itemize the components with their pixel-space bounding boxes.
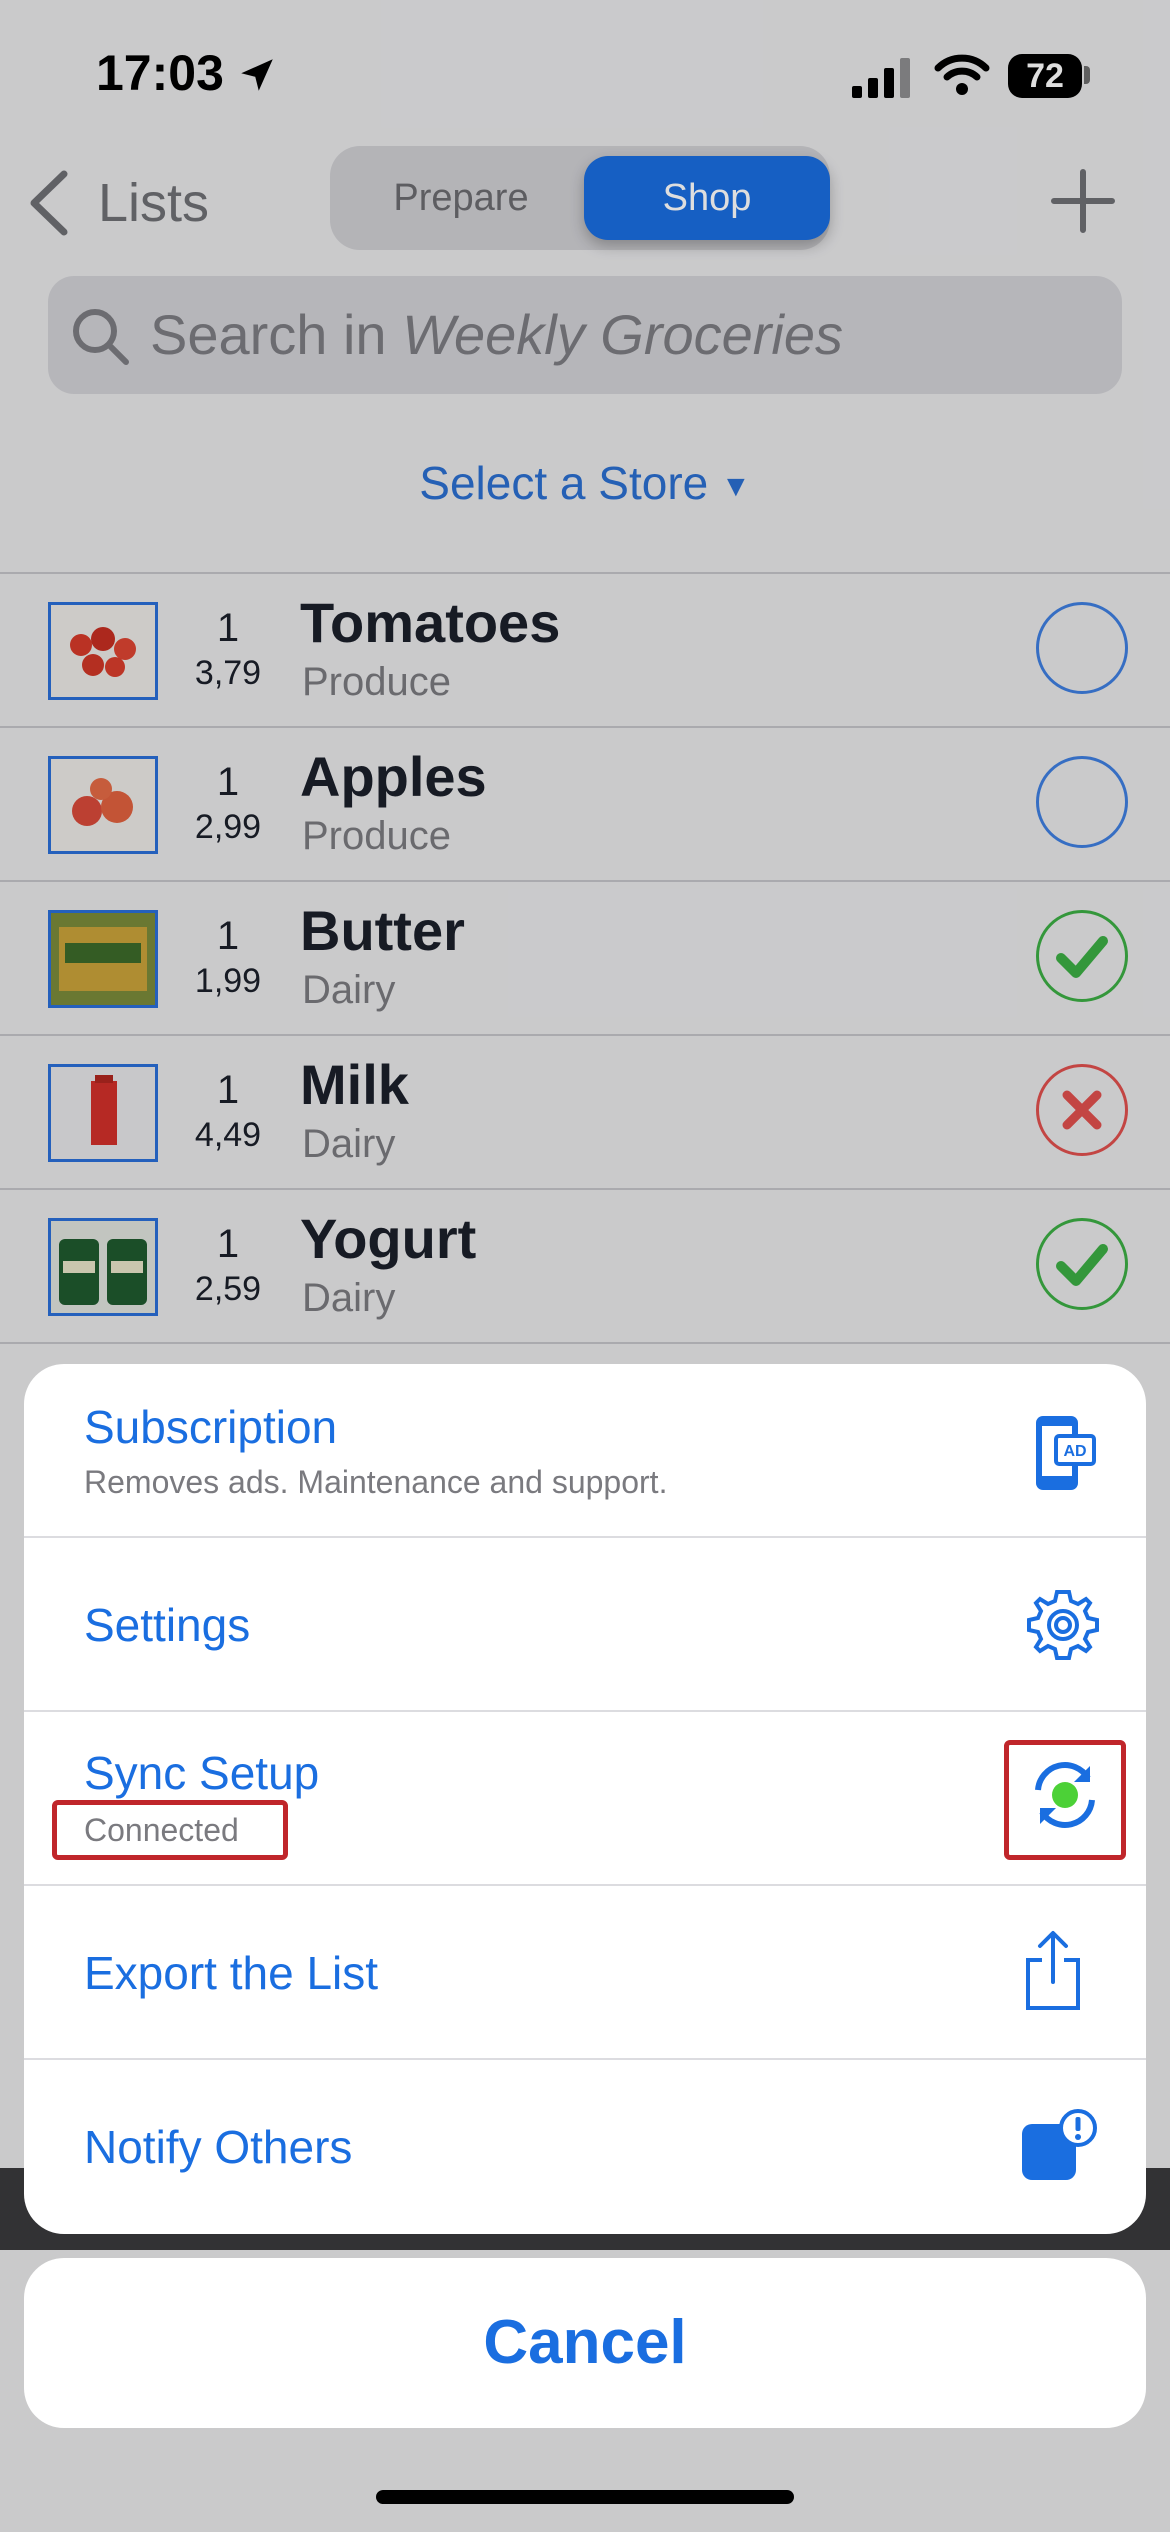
export-list-label: Export the List (84, 1947, 379, 1999)
svg-text:AD: AD (1063, 1443, 1086, 1460)
connected-highlight-box (52, 1800, 288, 1860)
export-list-option[interactable]: Export the List (24, 1886, 1146, 2060)
subscription-label: Subscription (84, 1401, 338, 1453)
notify-icon (1022, 2109, 1097, 2180)
subscription-ad-icon: AD (1036, 1416, 1096, 1490)
cancel-button[interactable]: Cancel (24, 2258, 1146, 2428)
share-icon (1026, 1931, 1080, 2010)
gear-icon (1027, 1590, 1099, 1660)
subscription-option[interactable]: Subscription Removes ads. Maintenance an… (24, 1364, 1146, 1538)
sync-setup-label: Sync Setup (84, 1747, 320, 1799)
notify-others-label: Notify Others (84, 2121, 353, 2173)
subscription-sublabel: Removes ads. Maintenance and support. (84, 1464, 668, 1500)
sync-icon-highlight-box (1004, 1740, 1126, 1860)
action-sheet: Subscription Removes ads. Maintenance an… (24, 1364, 1146, 2234)
settings-label: Settings (84, 1599, 251, 1651)
settings-option[interactable]: Settings (24, 1538, 1146, 1712)
home-indicator (376, 2490, 794, 2504)
notify-others-option[interactable]: Notify Others (24, 2060, 1146, 2234)
